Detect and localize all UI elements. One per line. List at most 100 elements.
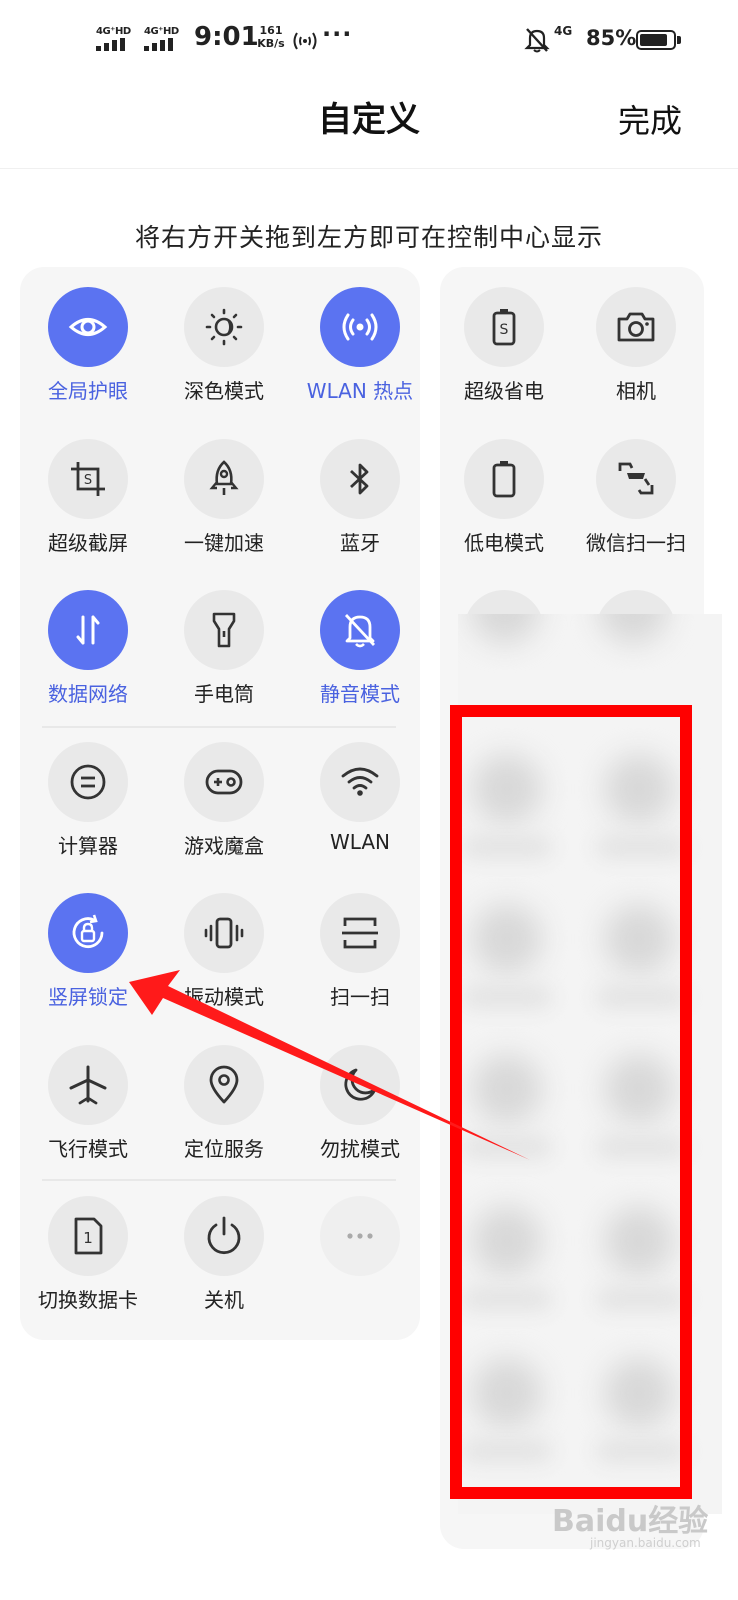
tile-label: WLAN	[329, 829, 391, 854]
calculator-icon	[48, 741, 128, 822]
vibrate-icon	[184, 893, 264, 973]
tile-label: 超级截屏	[48, 530, 128, 555]
dark-mode-icon	[184, 287, 264, 367]
sim-card-icon: 1	[48, 1196, 128, 1276]
eye-icon	[48, 287, 128, 367]
more-icon	[320, 1196, 400, 1276]
tile-label: 静音模式	[320, 682, 400, 706]
header-divider	[0, 168, 738, 169]
wechat-scan-icon	[596, 438, 676, 519]
tile-label: 勿扰模式	[320, 1136, 400, 1161]
sim2-signal: 4G⁺HD	[144, 26, 184, 54]
available-tile[interactable]: 微信扫一扫	[568, 419, 704, 559]
active-tile[interactable]: 勿扰模式	[292, 1025, 428, 1165]
airplane-icon	[48, 1044, 128, 1125]
active-tile[interactable]: WLAN	[292, 722, 428, 862]
highlight-box	[450, 705, 692, 1499]
tile-label: 手电筒	[194, 682, 254, 706]
low-battery-icon	[464, 438, 544, 519]
active-tile[interactable]: 振动模式	[156, 873, 292, 1013]
flashlight-icon	[184, 590, 264, 670]
tile-label: 蓝牙	[340, 530, 380, 555]
svg-text:S: S	[84, 473, 92, 488]
status-bar: 4G⁺HD 4G⁺HD 9:01 161 KB/s ··· 4G 85%	[0, 0, 738, 80]
active-tile[interactable]: S 超级截屏	[20, 419, 156, 559]
active-tile[interactable]: 数据网络	[20, 570, 156, 710]
active-tile[interactable]: WLAN 热点	[292, 267, 428, 407]
battery-icon	[636, 30, 676, 50]
available-tile[interactable]: 低电模式	[440, 419, 572, 559]
active-tile[interactable]: 飞行模式	[20, 1025, 156, 1165]
camera-icon	[596, 287, 676, 367]
sim1-signal: 4G⁺HD	[96, 26, 136, 54]
moon-icon	[320, 1044, 400, 1125]
available-tile[interactable]: 相机	[568, 267, 704, 407]
mute-status-icon	[524, 28, 550, 53]
battery-percent: 85%	[586, 26, 637, 50]
tile-label: 一键加速	[184, 530, 264, 555]
active-tile[interactable]: 扫一扫	[292, 873, 428, 1013]
svg-text:1: 1	[83, 1229, 93, 1247]
network-speed-value: 161	[259, 24, 283, 37]
active-tile[interactable]: 关机	[156, 1176, 292, 1316]
rocket-icon	[184, 438, 264, 519]
done-button[interactable]: 完成	[618, 96, 682, 142]
location-icon	[184, 1044, 264, 1125]
rotation-lock-icon	[48, 893, 128, 973]
mute-bell-icon	[320, 590, 400, 670]
tile-label: 切换数据卡	[38, 1288, 138, 1312]
watermark-url: jingyan.baidu.com	[590, 1536, 701, 1550]
tile-label: WLAN 热点	[306, 379, 414, 403]
active-tile[interactable]: 定位服务	[156, 1025, 292, 1165]
active-tile[interactable]: 竖屏锁定	[20, 873, 156, 1013]
mobile-data-4g: 4G	[554, 24, 573, 38]
battery-tip	[677, 36, 681, 44]
sim2-network-label: 4G⁺HD	[144, 26, 179, 37]
active-tile[interactable]: 深色模式	[156, 267, 292, 407]
tile-label: 数据网络	[48, 682, 128, 706]
screenshot-icon: S	[48, 438, 128, 519]
tile-label: 计算器	[58, 833, 118, 858]
tile-label: 关机	[204, 1288, 244, 1312]
sim1-network-label: 4G⁺HD	[96, 26, 131, 37]
data-network-icon	[48, 590, 128, 670]
clock: 9:01	[194, 22, 259, 52]
hotspot-status-icon	[293, 32, 317, 50]
tile-label: 全局护眼	[48, 379, 128, 403]
active-tile[interactable]: 蓝牙	[292, 419, 428, 559]
active-tile[interactable]: 计算器	[20, 722, 156, 862]
tile-label: 扫一扫	[330, 985, 390, 1009]
tile-label: 游戏魔盒	[184, 833, 264, 858]
svg-text:S: S	[500, 322, 509, 338]
tile-label: 微信扫一扫	[586, 530, 686, 555]
active-tile[interactable]: 1 切换数据卡	[20, 1176, 156, 1316]
tile-label: 竖屏锁定	[48, 985, 128, 1009]
scan-icon	[320, 893, 400, 973]
active-tile[interactable]: 手电筒	[156, 570, 292, 710]
instruction-text: 将右方开关拖到左方即可在控制中心显示	[134, 223, 603, 252]
tile-label: 低电模式	[464, 530, 544, 555]
active-tile[interactable]: 一键加速	[156, 419, 292, 559]
available-tile[interactable]: S 超级省电	[440, 267, 572, 407]
active-tile[interactable]: 全局护眼	[20, 267, 156, 407]
signal-bars-icon	[96, 38, 130, 51]
signal-bars-icon	[144, 38, 178, 51]
super-power-save-icon: S	[464, 287, 544, 367]
watermark-logo: Baidu经验	[552, 1504, 709, 1539]
active-tile[interactable]: 静音模式	[292, 570, 428, 710]
bluetooth-icon	[320, 438, 400, 519]
network-speed-unit: KB/s	[257, 37, 285, 50]
tile-label: 深色模式	[184, 379, 264, 403]
power-icon	[184, 1196, 264, 1276]
tile-label: 定位服务	[184, 1136, 264, 1161]
tile-label: 飞行模式	[48, 1136, 128, 1161]
wifi-icon	[320, 741, 400, 822]
active-tile[interactable]: 游戏魔盒	[156, 722, 292, 862]
active-tile[interactable]	[292, 1176, 428, 1316]
active-tiles-panel: 全局护眼 深色模式 WLAN 热点 S 超级截屏 一键加速 蓝牙数据网络 手电筒 静音模式计算器…	[20, 267, 420, 1340]
gamepad-icon	[184, 741, 264, 822]
tile-label: 振动模式	[184, 985, 264, 1009]
more-notifications-icon: ···	[322, 20, 353, 48]
battery-level-fill	[640, 34, 667, 46]
network-speed: 161 KB/s	[254, 24, 288, 50]
